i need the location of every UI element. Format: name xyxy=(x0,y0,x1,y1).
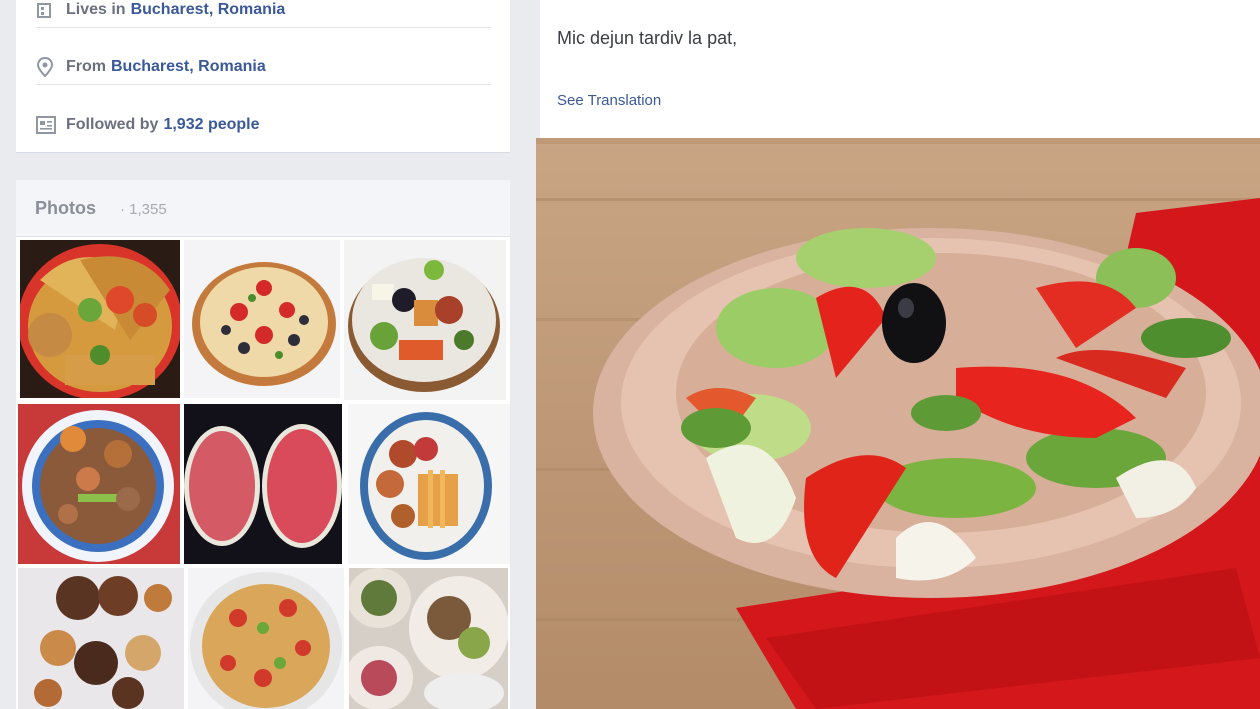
lives-in-link[interactable]: Bucharest, Romania xyxy=(131,1,286,19)
photo-thumbnail-spaghetti[interactable] xyxy=(188,568,344,709)
photos-card: Photos · 1,355 xyxy=(16,180,510,709)
lives-in-label: Lives in xyxy=(66,1,126,18)
post-card: Mic dejun tardiv la pat, See Translation xyxy=(540,0,1260,138)
photo-thumbnail-watermelon[interactable] xyxy=(184,404,342,564)
followers-link[interactable]: 1,932 people xyxy=(163,116,259,134)
from-row: From Bucharest, Romania xyxy=(36,50,491,85)
photo-thumbnail-meat-platter[interactable] xyxy=(18,568,184,709)
photo-thumbnail-fries-plate[interactable] xyxy=(348,404,510,564)
photo-thumbnail-mixed-dishes[interactable] xyxy=(349,568,508,709)
location-pin-icon xyxy=(36,56,66,78)
photos-title[interactable]: Photos xyxy=(35,198,96,219)
followers-icon xyxy=(36,114,66,136)
photo-thumbnail-pizza[interactable] xyxy=(184,240,340,398)
profile-page: Lives in Bucharest, Romania From Buchare… xyxy=(0,0,1260,709)
intro-card: Lives in Bucharest, Romania From Buchare… xyxy=(16,0,510,153)
post-photo-salad[interactable] xyxy=(536,138,1260,709)
home-icon xyxy=(36,0,66,21)
photos-count: · 1,355 xyxy=(120,201,167,218)
photo-thumbnail-tacos[interactable] xyxy=(20,240,180,398)
photos-header: Photos · 1,355 xyxy=(16,180,510,237)
photo-thumbnail-stir-fry[interactable] xyxy=(18,404,180,564)
from-label: From xyxy=(66,58,106,75)
lives-in-row: Lives in Bucharest, Romania xyxy=(36,0,491,28)
followed-by-label: Followed by xyxy=(66,116,159,133)
photo-thumbnail-salad-plate[interactable] xyxy=(344,240,506,400)
from-link[interactable]: Bucharest, Romania xyxy=(111,58,266,76)
post-text: Mic dejun tardiv la pat, xyxy=(557,28,738,48)
see-translation-link[interactable]: See Translation xyxy=(557,92,661,109)
followed-by-row: Followed by 1,932 people xyxy=(36,108,491,142)
